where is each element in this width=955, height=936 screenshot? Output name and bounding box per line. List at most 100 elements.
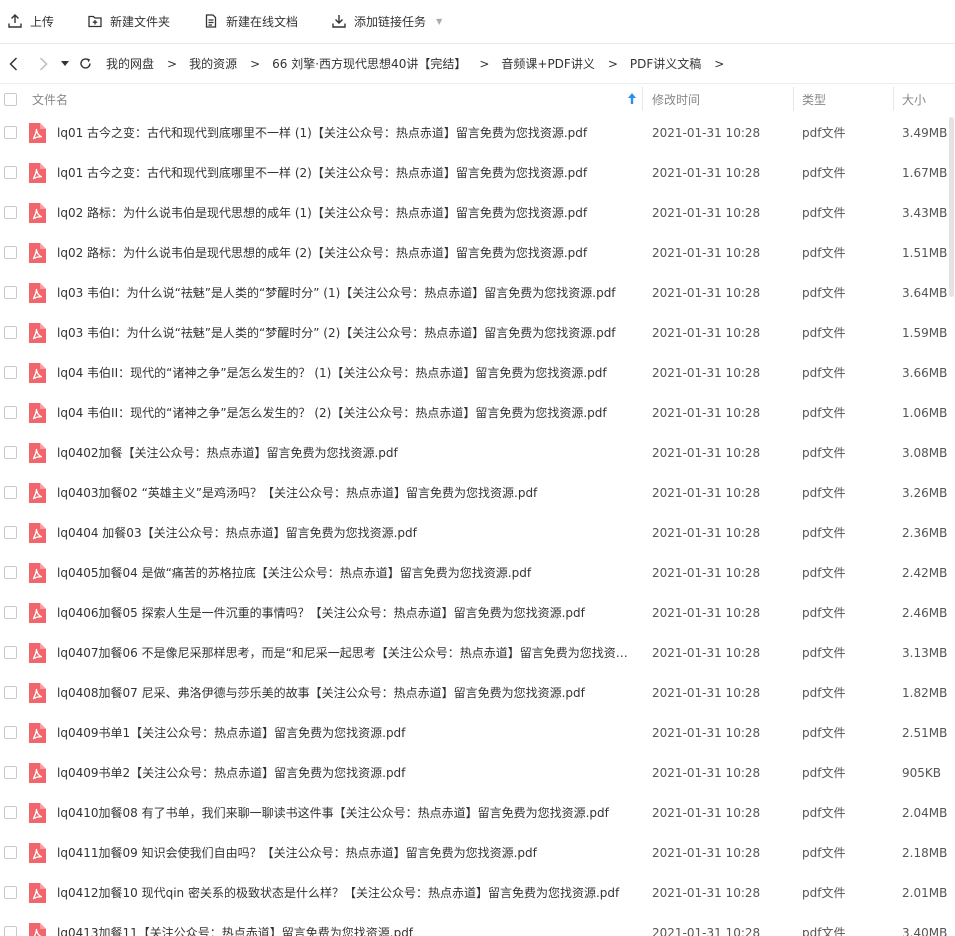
chevron-right-icon <box>39 56 48 71</box>
file-name[interactable]: lq0409书单2【关注公众号：热点赤道】留言免费为您找资源.pdf <box>57 753 635 793</box>
file-name[interactable]: lq0406加餐05 探索人生是一件沉重的事情吗？【关注公众号：热点赤道】留言免… <box>57 593 635 633</box>
file-row[interactable]: lq0403加餐02 “英雄主义”是鸡汤吗？【关注公众号：热点赤道】留言免费为您… <box>0 473 955 513</box>
file-name[interactable]: lq01 古今之变：古代和现代到底哪里不一样 (2)【关注公众号：热点赤道】留言… <box>57 153 635 193</box>
file-row[interactable]: lq0412加餐10 现代qin 密关系的极致状态是什么样？【关注公众号：热点赤… <box>0 873 955 913</box>
new-doc-button[interactable]: 新建在线文档 <box>204 0 298 42</box>
column-divider[interactable] <box>642 87 643 111</box>
row-checkbox[interactable] <box>4 766 17 779</box>
file-row[interactable]: lq0409书单2【关注公众号：热点赤道】留言免费为您找资源.pdf 2021-… <box>0 753 955 793</box>
folder-plus-icon <box>88 15 102 28</box>
file-row[interactable]: lq0402加餐【关注公众号：热点赤道】留言免费为您找资源.pdf 2021-0… <box>0 433 955 473</box>
row-checkbox[interactable] <box>4 246 17 259</box>
row-checkbox[interactable] <box>4 206 17 219</box>
breadcrumb-pdf-folder[interactable]: PDF讲义文稿 <box>630 55 701 72</box>
file-row[interactable]: lq0411加餐09 知识会使我们自由吗？【关注公众号：热点赤道】留言免费为您找… <box>0 833 955 873</box>
file-row[interactable]: lq0408加餐07 尼采、弗洛伊德与莎乐美的故事【关注公众号：热点赤道】留言免… <box>0 673 955 713</box>
breadcrumb-course-folder[interactable]: 66 刘擎·西方现代思想40讲【完结】 <box>272 55 466 72</box>
pdf-file-icon <box>29 163 46 183</box>
file-row[interactable]: lq03 韦伯I：为什么说“祛魅”是人类的“梦醒时分” (2)【关注公众号：热点… <box>0 313 955 353</box>
row-checkbox[interactable] <box>4 446 17 459</box>
row-checkbox[interactable] <box>4 606 17 619</box>
add-link-task-button[interactable]: 添加链接任务 ▼ <box>332 0 442 42</box>
row-checkbox[interactable] <box>4 126 17 139</box>
file-row[interactable]: lq02 路标：为什么说韦伯是现代思想的成年 (2)【关注公众号：热点赤道】留言… <box>0 233 955 273</box>
scrollbar-thumb[interactable] <box>949 117 954 297</box>
file-name[interactable]: lq03 韦伯I：为什么说“祛魅”是人类的“梦醒时分” (1)【关注公众号：热点… <box>57 273 635 313</box>
file-name[interactable]: lq0405加餐04 是做“痛苦的苏格拉底【关注公众号：热点赤道】留言免费为您找… <box>57 553 635 593</box>
file-row[interactable]: lq01 古今之变：古代和现代到底哪里不一样 (2)【关注公众号：热点赤道】留言… <box>0 153 955 193</box>
breadcrumb-separator-icon: > <box>167 56 178 71</box>
file-name[interactable]: lq0408加餐07 尼采、弗洛伊德与莎乐美的故事【关注公众号：热点赤道】留言免… <box>57 673 635 713</box>
file-row[interactable]: lq0413加餐11【关注公众号：热点赤道】留言免费为您找资源.pdf 2021… <box>0 913 955 936</box>
file-name[interactable]: lq0412加餐10 现代qin 密关系的极致状态是什么样？【关注公众号：热点赤… <box>57 873 635 913</box>
breadcrumb-audio-pdf-folder[interactable]: 音频课+PDF讲义 <box>501 55 594 72</box>
file-name[interactable]: lq0407加餐06 不是像尼采那样思考，而是“和尼采一起思考【关注公众号：热点… <box>57 633 635 673</box>
select-all-checkbox[interactable] <box>4 92 17 106</box>
file-name[interactable]: lq0411加餐09 知识会使我们自由吗？【关注公众号：热点赤道】留言免费为您找… <box>57 833 635 873</box>
dropdown-caret-icon[interactable]: ▼ <box>436 17 442 26</box>
file-name[interactable]: lq04 韦伯II：现代的“诸神之争”是怎么发生的？ (2)【关注公众号：热点赤… <box>57 393 635 433</box>
file-size: 1.67MB <box>902 166 948 180</box>
file-name[interactable]: lq02 路标：为什么说韦伯是现代思想的成年 (1)【关注公众号：热点赤道】留言… <box>57 193 635 233</box>
pdf-file-icon <box>29 523 46 543</box>
new-doc-label: 新建在线文档 <box>226 14 299 29</box>
row-checkbox[interactable] <box>4 166 17 179</box>
file-name[interactable]: lq0409书单1【关注公众号：热点赤道】留言免费为您找资源.pdf <box>57 713 635 753</box>
file-name[interactable]: lq0402加餐【关注公众号：热点赤道】留言免费为您找资源.pdf <box>57 433 635 473</box>
row-checkbox[interactable] <box>4 726 17 739</box>
file-name[interactable]: lq02 路标：为什么说韦伯是现代思想的成年 (2)【关注公众号：热点赤道】留言… <box>57 233 635 273</box>
row-checkbox[interactable] <box>4 486 17 499</box>
column-divider[interactable] <box>893 87 894 111</box>
file-name[interactable]: lq0413加餐11【关注公众号：热点赤道】留言免费为您找资源.pdf <box>57 913 635 936</box>
forward-button[interactable] <box>32 44 54 84</box>
file-name[interactable]: lq03 韦伯I：为什么说“祛魅”是人类的“梦醒时分” (2)【关注公众号：热点… <box>57 313 635 353</box>
file-name[interactable]: lq04 韦伯II：现代的“诸神之争”是怎么发生的？ (1)【关注公众号：热点赤… <box>57 353 635 393</box>
file-row[interactable]: lq02 路标：为什么说韦伯是现代思想的成年 (1)【关注公众号：热点赤道】留言… <box>0 193 955 233</box>
file-modified-time: 2021-01-31 10:28 <box>652 646 761 660</box>
column-modified-header[interactable]: 修改时间 <box>652 84 700 114</box>
file-name[interactable]: lq01 古今之变：古代和现代到底哪里不一样 (1)【关注公众号：热点赤道】留言… <box>57 113 635 153</box>
row-checkbox[interactable] <box>4 646 17 659</box>
vertical-scrollbar[interactable] <box>948 113 955 936</box>
refresh-button[interactable] <box>76 44 94 84</box>
column-size-header[interactable]: 大小 <box>902 84 926 114</box>
breadcrumb-separator-icon: > <box>250 56 261 71</box>
breadcrumb-my-drive[interactable]: 我的网盘 <box>106 55 154 72</box>
file-row[interactable]: lq0404 加餐03【关注公众号：热点赤道】留言免费为您找资源.pdf 202… <box>0 513 955 553</box>
row-checkbox[interactable] <box>4 366 17 379</box>
back-button[interactable] <box>2 44 24 84</box>
history-dropdown[interactable] <box>58 44 72 84</box>
row-checkbox[interactable] <box>4 326 17 339</box>
breadcrumb-my-resources[interactable]: 我的资源 <box>189 55 237 72</box>
row-checkbox[interactable] <box>4 406 17 419</box>
row-checkbox[interactable] <box>4 846 17 859</box>
row-checkbox[interactable] <box>4 526 17 539</box>
file-row[interactable]: lq04 韦伯II：现代的“诸神之争”是怎么发生的？ (2)【关注公众号：热点赤… <box>0 393 955 433</box>
file-name[interactable]: lq0410加餐08 有了书单，我们来聊一聊读书这件事【关注公众号：热点赤道】留… <box>57 793 635 833</box>
row-checkbox[interactable] <box>4 286 17 299</box>
file-row[interactable]: lq0407加餐06 不是像尼采那样思考，而是“和尼采一起思考【关注公众号：热点… <box>0 633 955 673</box>
file-row[interactable]: lq03 韦伯I：为什么说“祛魅”是人类的“梦醒时分” (1)【关注公众号：热点… <box>0 273 955 313</box>
column-name-header[interactable]: 文件名 <box>32 84 642 114</box>
file-name[interactable]: lq0404 加餐03【关注公众号：热点赤道】留言免费为您找资源.pdf <box>57 513 635 553</box>
row-checkbox[interactable] <box>4 886 17 899</box>
file-row[interactable]: lq0405加餐04 是做“痛苦的苏格拉底【关注公众号：热点赤道】留言免费为您找… <box>0 553 955 593</box>
file-row[interactable]: lq0406加餐05 探索人生是一件沉重的事情吗？【关注公众号：热点赤道】留言免… <box>0 593 955 633</box>
row-checkbox[interactable] <box>4 806 17 819</box>
row-checkbox[interactable] <box>4 566 17 579</box>
new-folder-button[interactable]: 新建文件夹 <box>88 0 170 42</box>
file-size: 2.36MB <box>902 526 948 540</box>
row-checkbox[interactable] <box>4 686 17 699</box>
file-row[interactable]: lq0410加餐08 有了书单，我们来聊一聊读书这件事【关注公众号：热点赤道】留… <box>0 793 955 833</box>
file-size: 905KB <box>902 766 942 780</box>
file-row[interactable]: lq0409书单1【关注公众号：热点赤道】留言免费为您找资源.pdf 2021-… <box>0 713 955 753</box>
column-divider[interactable] <box>793 87 794 111</box>
upload-button[interactable]: 上传 <box>8 0 54 42</box>
file-name[interactable]: lq0403加餐02 “英雄主义”是鸡汤吗？【关注公众号：热点赤道】留言免费为您… <box>57 473 635 513</box>
file-row[interactable]: lq01 古今之变：古代和现代到底哪里不一样 (1)【关注公众号：热点赤道】留言… <box>0 113 955 153</box>
breadcrumb: 我的网盘 > 我的资源 > 66 刘擎·西方现代思想40讲【完结】 > 音频课+… <box>106 55 736 72</box>
pdf-file-icon <box>29 283 46 303</box>
file-row[interactable]: lq04 韦伯II：现代的“诸神之争”是怎么发生的？ (1)【关注公众号：热点赤… <box>0 353 955 393</box>
row-checkbox[interactable] <box>4 926 17 936</box>
column-type-header[interactable]: 类型 <box>802 84 826 114</box>
